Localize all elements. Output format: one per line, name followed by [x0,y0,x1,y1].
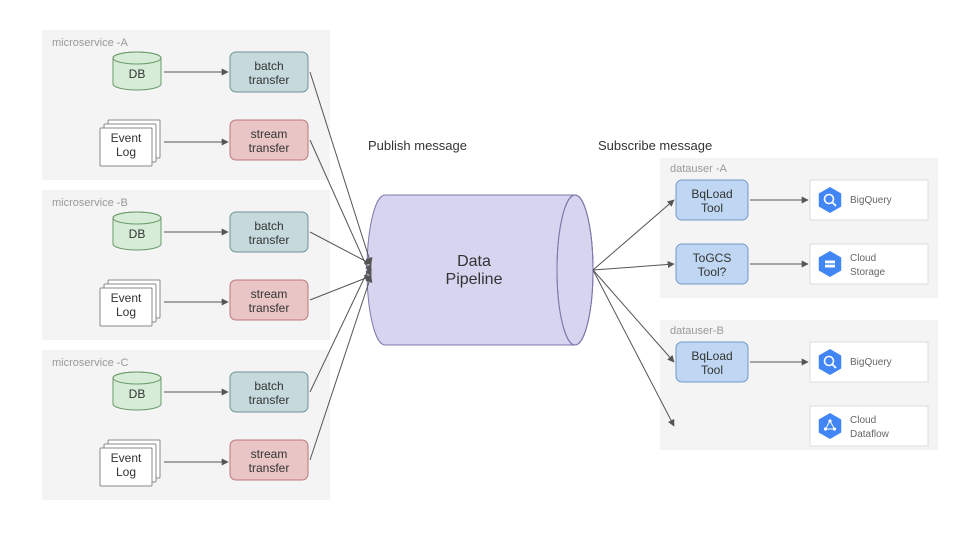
gcp-service-label: BigQuery [850,357,892,368]
tool-label: ToGCSTool? [693,251,732,279]
microservice-group: microservice -BDBEventLogbatchtransferst… [42,190,330,340]
data-pipeline: DataPipeline [367,195,593,345]
group-title: microservice -A [52,37,128,49]
group-title: datauser -A [670,163,728,175]
group-title: datauser-B [670,325,724,337]
datauser-group: datauser-BBqLoadToolBigQueryCloudDataflo… [660,320,938,450]
publish-message-label: Publish message [368,138,467,153]
microservice-group: microservice -ADBEventLogbatchtransferst… [42,30,330,180]
batch-transfer-label: batchtransfer [249,219,290,247]
microservice-group: microservice -CDBEventLogbatchtransferst… [42,350,330,500]
pipeline-label-1: Data [457,253,491,270]
gcp-service-label: BigQuery [850,195,892,206]
batch-transfer-label: batchtransfer [249,59,290,87]
stream-transfer-label: streamtransfer [249,127,290,155]
batch-transfer-label: batchtransfer [249,379,290,407]
db-label: DB [129,387,146,401]
db-label: DB [129,227,146,241]
stream-transfer-label: streamtransfer [249,447,290,475]
datauser-group: datauser -ABqLoadToolToGCSTool?BigQueryC… [660,158,938,298]
group-title: microservice -C [52,357,128,369]
pipeline-label-2: Pipeline [446,271,503,288]
subscribe-message-label: Subscribe message [598,138,712,153]
group-title: microservice -B [52,197,128,209]
stream-transfer-label: streamtransfer [249,287,290,315]
db-label: DB [129,67,146,81]
